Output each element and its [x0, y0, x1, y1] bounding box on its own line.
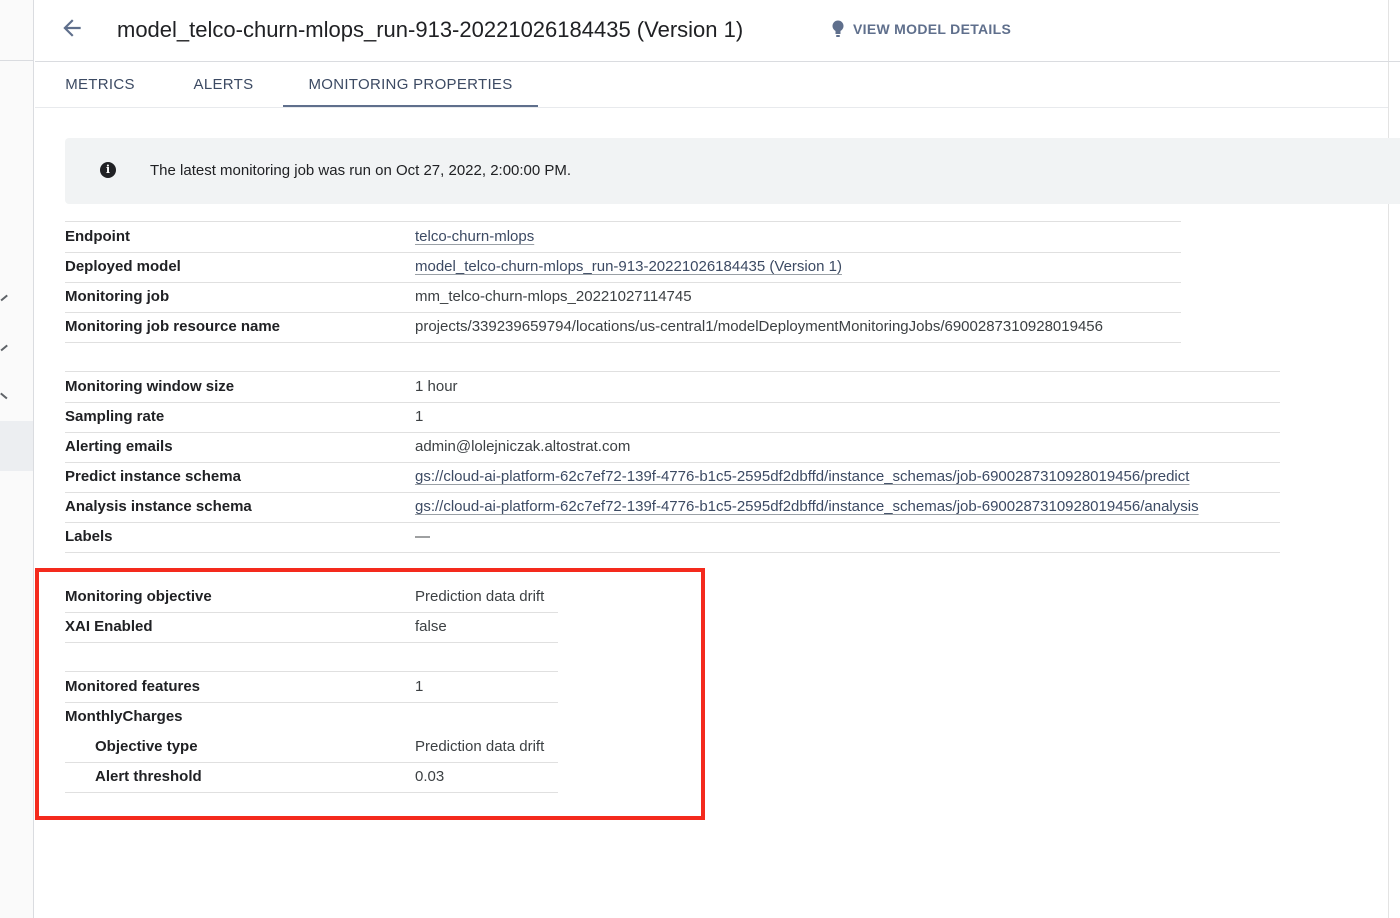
property-key: Analysis instance schema [65, 498, 252, 515]
tab-bar: METRICS ALERTS MONITORING PROPERTIES [35, 62, 1388, 108]
property-key: Monitoring job resource name [65, 318, 281, 335]
highlight-annotation-box [35, 568, 705, 820]
property-row-resource-name: Monitoring job resource name projects/33… [65, 312, 1181, 343]
property-key: Monitoring job [65, 288, 170, 305]
property-row-monitoring-job: Monitoring job mm_telco-churn-mlops_2022… [65, 282, 1181, 313]
info-banner: i The latest monitoring job was run on O… [65, 138, 1400, 204]
property-key: Deployed model [65, 258, 181, 275]
last-run-message: The latest monitoring job was run on Oct… [150, 162, 572, 179]
endpoint-link[interactable]: telco-churn-mlops [415, 228, 534, 245]
left-panel-border [33, 0, 34, 918]
tab-metrics[interactable]: METRICS [35, 62, 165, 107]
info-icon: i [100, 162, 116, 178]
property-value: mm_telco-churn-mlops_20221027114745 [415, 288, 692, 305]
property-row-predict-schema: Predict instance schema gs://cloud-ai-pl… [65, 462, 1280, 493]
tab-alerts[interactable]: ALERTS [165, 62, 282, 107]
tab-monitoring-properties[interactable]: MONITORING PROPERTIES [283, 62, 538, 107]
property-value: admin@lolejniczak.altostrat.com [415, 438, 631, 455]
back-button[interactable] [59, 15, 85, 41]
property-row-sampling-rate: Sampling rate 1 [65, 402, 1280, 433]
left-panel-edge [0, 0, 34, 918]
property-row-deployed-model: Deployed model model_telco-churn-mlops_r… [65, 252, 1181, 283]
property-key: Sampling rate [65, 408, 165, 425]
view-model-details-label: VIEW MODEL DETAILS [853, 21, 1012, 37]
property-key: Monitoring window size [65, 378, 235, 395]
property-row-labels: Labels — [65, 522, 1280, 553]
analysis-schema-link[interactable]: gs://cloud-ai-platform-62c7ef72-139f-477… [415, 498, 1199, 515]
property-value: 1 [415, 408, 424, 425]
property-row-endpoint: Endpoint telco-churn-mlops [65, 222, 1181, 253]
left-panel-chevron-icon [0, 294, 8, 301]
page-header: model_telco-churn-mlops_run-913-20221026… [35, 0, 1400, 62]
property-key: Alerting emails [65, 438, 173, 455]
left-panel-chevron-icon [0, 392, 8, 399]
property-key: Predict instance schema [65, 468, 241, 485]
property-row-analysis-schema: Analysis instance schema gs://cloud-ai-p… [65, 492, 1280, 523]
left-panel-chevron-icon [0, 344, 8, 351]
left-panel-selected-item[interactable] [0, 421, 34, 471]
left-panel-divider [0, 60, 34, 61]
page-title: model_telco-churn-mlops_run-913-20221026… [117, 17, 744, 42]
view-model-details-button[interactable]: VIEW MODEL DETAILS [831, 20, 1011, 38]
property-key: Labels [65, 528, 113, 545]
property-value: projects/339239659794/locations/us-centr… [415, 318, 1103, 335]
property-key: Endpoint [65, 228, 130, 245]
arrow-back-icon [63, 19, 81, 37]
property-value: 1 hour [415, 378, 458, 395]
lightbulb-icon [832, 20, 844, 37]
predict-schema-link[interactable]: gs://cloud-ai-platform-62c7ef72-139f-477… [415, 468, 1189, 485]
property-row-window-size: Monitoring window size 1 hour [65, 372, 1280, 403]
property-value: — [415, 528, 430, 545]
property-row-alerting-emails: Alerting emails admin@lolejniczak.altost… [65, 432, 1280, 463]
deployed-model-link[interactable]: model_telco-churn-mlops_run-913-20221026… [415, 258, 842, 275]
